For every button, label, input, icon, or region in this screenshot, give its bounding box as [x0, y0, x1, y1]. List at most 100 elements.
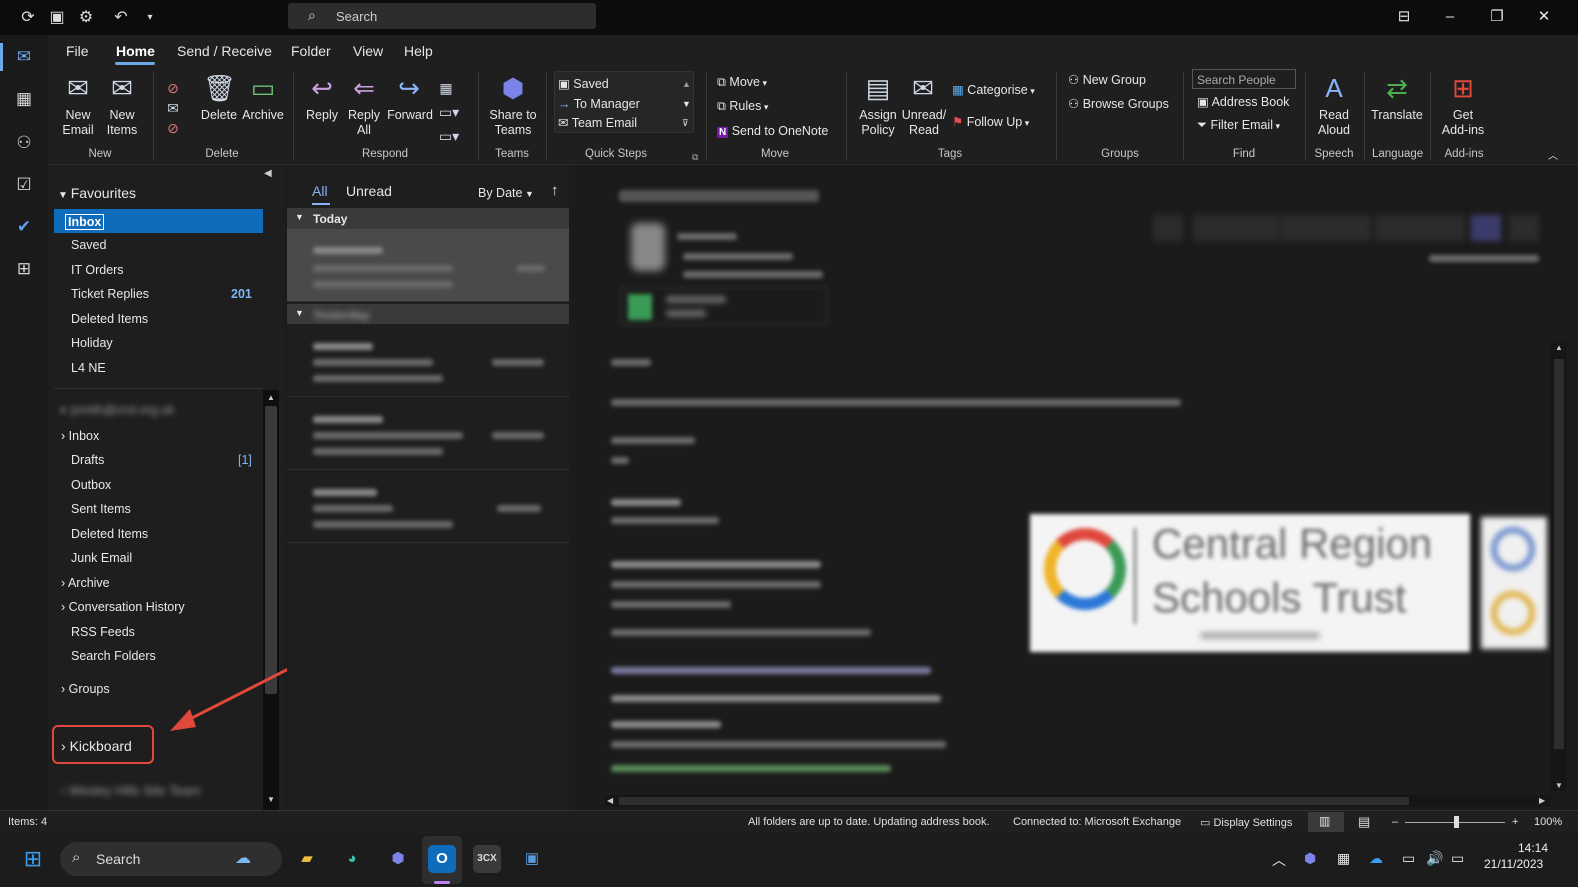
scroll-right-icon[interactable]: ▶ [1539, 796, 1545, 805]
reading-view-icon[interactable]: ▤ [1358, 814, 1370, 830]
scroll-up-arrow-icon[interactable]: ▲ [1555, 343, 1563, 352]
list-item[interactable] [287, 398, 569, 470]
edge-icon[interactable]: ◕ [338, 845, 366, 873]
move-button[interactable]: ⧉ Move ▾ [717, 74, 767, 91]
normal-view-button[interactable]: ▥ [1308, 812, 1344, 832]
hscroll-thumb[interactable] [619, 797, 1409, 805]
rules-icon[interactable]: ⚙ [76, 8, 96, 28]
groups-folder[interactable]: › Groups [61, 682, 110, 696]
acct-deleted-items[interactable]: Deleted Items [71, 527, 148, 541]
restore-button[interactable]: ❐ [1485, 6, 1509, 28]
reading-scrollbar[interactable]: ▲ ▼ [1551, 341, 1567, 791]
qs-team-email[interactable]: ✉ Team Email [558, 115, 637, 131]
battery-icon[interactable]: ▭ [1451, 850, 1464, 867]
clock-date[interactable]: 21/11/2023 [1484, 857, 1543, 871]
zoom-level[interactable]: 100% [1534, 816, 1562, 828]
tray-app-icon[interactable]: ▦ [1337, 850, 1350, 867]
browse-groups-button[interactable]: ⚇ Browse Groups [1068, 96, 1169, 112]
list-item[interactable] [287, 471, 569, 543]
categorise-button[interactable]: ▦ Categorise ▾ [952, 82, 1035, 99]
ribbon-display-icon[interactable]: ⊟ [1392, 6, 1416, 28]
clock-time[interactable]: 14:14 [1518, 841, 1548, 855]
search-box[interactable]: ⌕ Search [288, 3, 596, 29]
search-input[interactable]: Search [336, 9, 377, 24]
acct-search-folders[interactable]: Search Folders [71, 649, 156, 663]
scroll-up-arrow-icon[interactable]: ▲ [267, 393, 275, 402]
tab-unread[interactable]: Unread [346, 183, 392, 199]
unread-read-button[interactable]: Unread/ Read [898, 108, 950, 138]
windows-start-icon[interactable]: ⊞ [19, 845, 47, 873]
calendar-icon[interactable]: ▦ [12, 87, 36, 111]
new-group-button[interactable]: ⚇ New Group [1068, 72, 1146, 88]
send-to-onenote-button[interactable]: N Send to OneNote [717, 123, 828, 141]
fav-deleted-items[interactable]: Deleted Items [71, 312, 148, 326]
menu-file[interactable]: File [66, 43, 89, 59]
scroll-down-arrow-icon[interactable]: ▼ [267, 795, 275, 804]
follow-up-button[interactable]: ⚑ Follow Up ▾ [952, 114, 1029, 131]
qs-saved[interactable]: ▣ Saved [558, 76, 609, 92]
zoom-slider-thumb[interactable] [1454, 816, 1459, 828]
menu-home[interactable]: Home [116, 43, 155, 59]
qs-to-manager[interactable]: → To Manager [558, 96, 640, 112]
more-respond-icon[interactable]: ▭▾ [436, 120, 462, 152]
junk-icon[interactable]: ⊘ [162, 112, 184, 144]
acct-archive[interactable]: › Archive [61, 576, 110, 590]
teams-app-icon[interactable]: ⬢ [384, 845, 412, 873]
acct-outbox[interactable]: Outbox [71, 478, 111, 492]
new-items-button[interactable]: New Items [96, 108, 148, 138]
apps-icon[interactable]: ⊞ [12, 257, 36, 281]
menu-view[interactable]: View [353, 43, 383, 59]
fav-ticket-replies[interactable]: Ticket Replies [71, 287, 149, 301]
undo-icon[interactable]: ↶ [111, 8, 131, 28]
teams-tray-icon[interactable]: ⬢ [1304, 850, 1316, 867]
dialog-launcher-icon[interactable]: ⧉ [692, 149, 698, 165]
archive-button[interactable]: Archive [240, 108, 286, 123]
new-email-button[interactable]: New Email [58, 108, 98, 138]
onedrive-icon[interactable]: ☁ [1369, 850, 1383, 867]
people-icon[interactable]: ⚇ [12, 131, 36, 155]
acct-sent-items[interactable]: Sent Items [71, 502, 131, 516]
fav-saved[interactable]: Saved [71, 238, 106, 252]
collapse-ribbon-icon[interactable]: ︿ [1548, 149, 1558, 165]
fav-l4-ne[interactable]: L4 NE [71, 361, 106, 375]
scroll-down-arrow-icon[interactable]: ▼ [1555, 781, 1563, 790]
close-button[interactable]: ✕ [1532, 6, 1556, 28]
reading-actions[interactable] [1153, 215, 1543, 241]
share-to-teams-button[interactable]: Share to Teams [484, 108, 542, 138]
acct-rss-feeds[interactable]: RSS Feeds [71, 625, 135, 639]
chevron-up-icon[interactable]: ︿ [1272, 850, 1286, 870]
folder-icon[interactable]: ▣ [47, 8, 67, 28]
taskbar-search[interactable]: ⌕ Search ☁ [60, 842, 282, 876]
menu-send-receive[interactable]: Send / Receive [177, 43, 272, 59]
attachment-card[interactable] [621, 287, 827, 325]
read-aloud-button[interactable]: Read Aloud [1310, 108, 1358, 138]
outlook-icon[interactable]: O [428, 845, 456, 873]
assign-policy-button[interactable]: Assign Policy [852, 108, 904, 138]
account-header[interactable]: ▼ jsmith@crst.org.uk [58, 403, 174, 417]
scroll-up-icon[interactable]: ▲ [682, 76, 691, 92]
sort-by-date[interactable]: By Date ▼ [478, 186, 534, 200]
filter-email-button[interactable]: ⏷ Filter Email ▾ [1197, 117, 1280, 134]
search-people-input[interactable]: Search People [1192, 69, 1296, 89]
menu-help[interactable]: Help [404, 43, 433, 59]
scroll-left-icon[interactable]: ◀ [607, 796, 613, 805]
fav-holiday[interactable]: Holiday [71, 336, 113, 350]
list-item[interactable] [287, 229, 569, 302]
fav-it-orders[interactable]: IT Orders [71, 263, 124, 277]
volume-icon[interactable]: 🔊 [1426, 850, 1443, 867]
reply-button[interactable]: Reply [302, 108, 342, 123]
sort-direction-icon[interactable]: ↑ [551, 182, 559, 199]
file-explorer-icon[interactable]: ▰ [293, 845, 321, 873]
acct-junk-email[interactable]: Junk Email [71, 551, 132, 565]
collapse-folder-pane-icon[interactable]: ◀ [264, 168, 272, 179]
scrollbar-thumb[interactable] [1554, 359, 1564, 749]
expand-gallery-icon[interactable]: ⊽ [682, 115, 689, 131]
network-icon[interactable]: ▭ [1402, 850, 1415, 867]
fav-inbox[interactable]: Inbox [65, 214, 105, 230]
delete-button[interactable]: Delete [199, 108, 239, 123]
group-today-header[interactable]: ▼ Today [287, 208, 569, 229]
customize-icon[interactable]: ▾ [140, 8, 160, 28]
address-book-button[interactable]: ▣ Address Book [1197, 94, 1289, 110]
tasks-icon[interactable]: ☑ [12, 173, 36, 197]
group-yesterday-header[interactable]: ▼ Yesterday [287, 304, 569, 324]
